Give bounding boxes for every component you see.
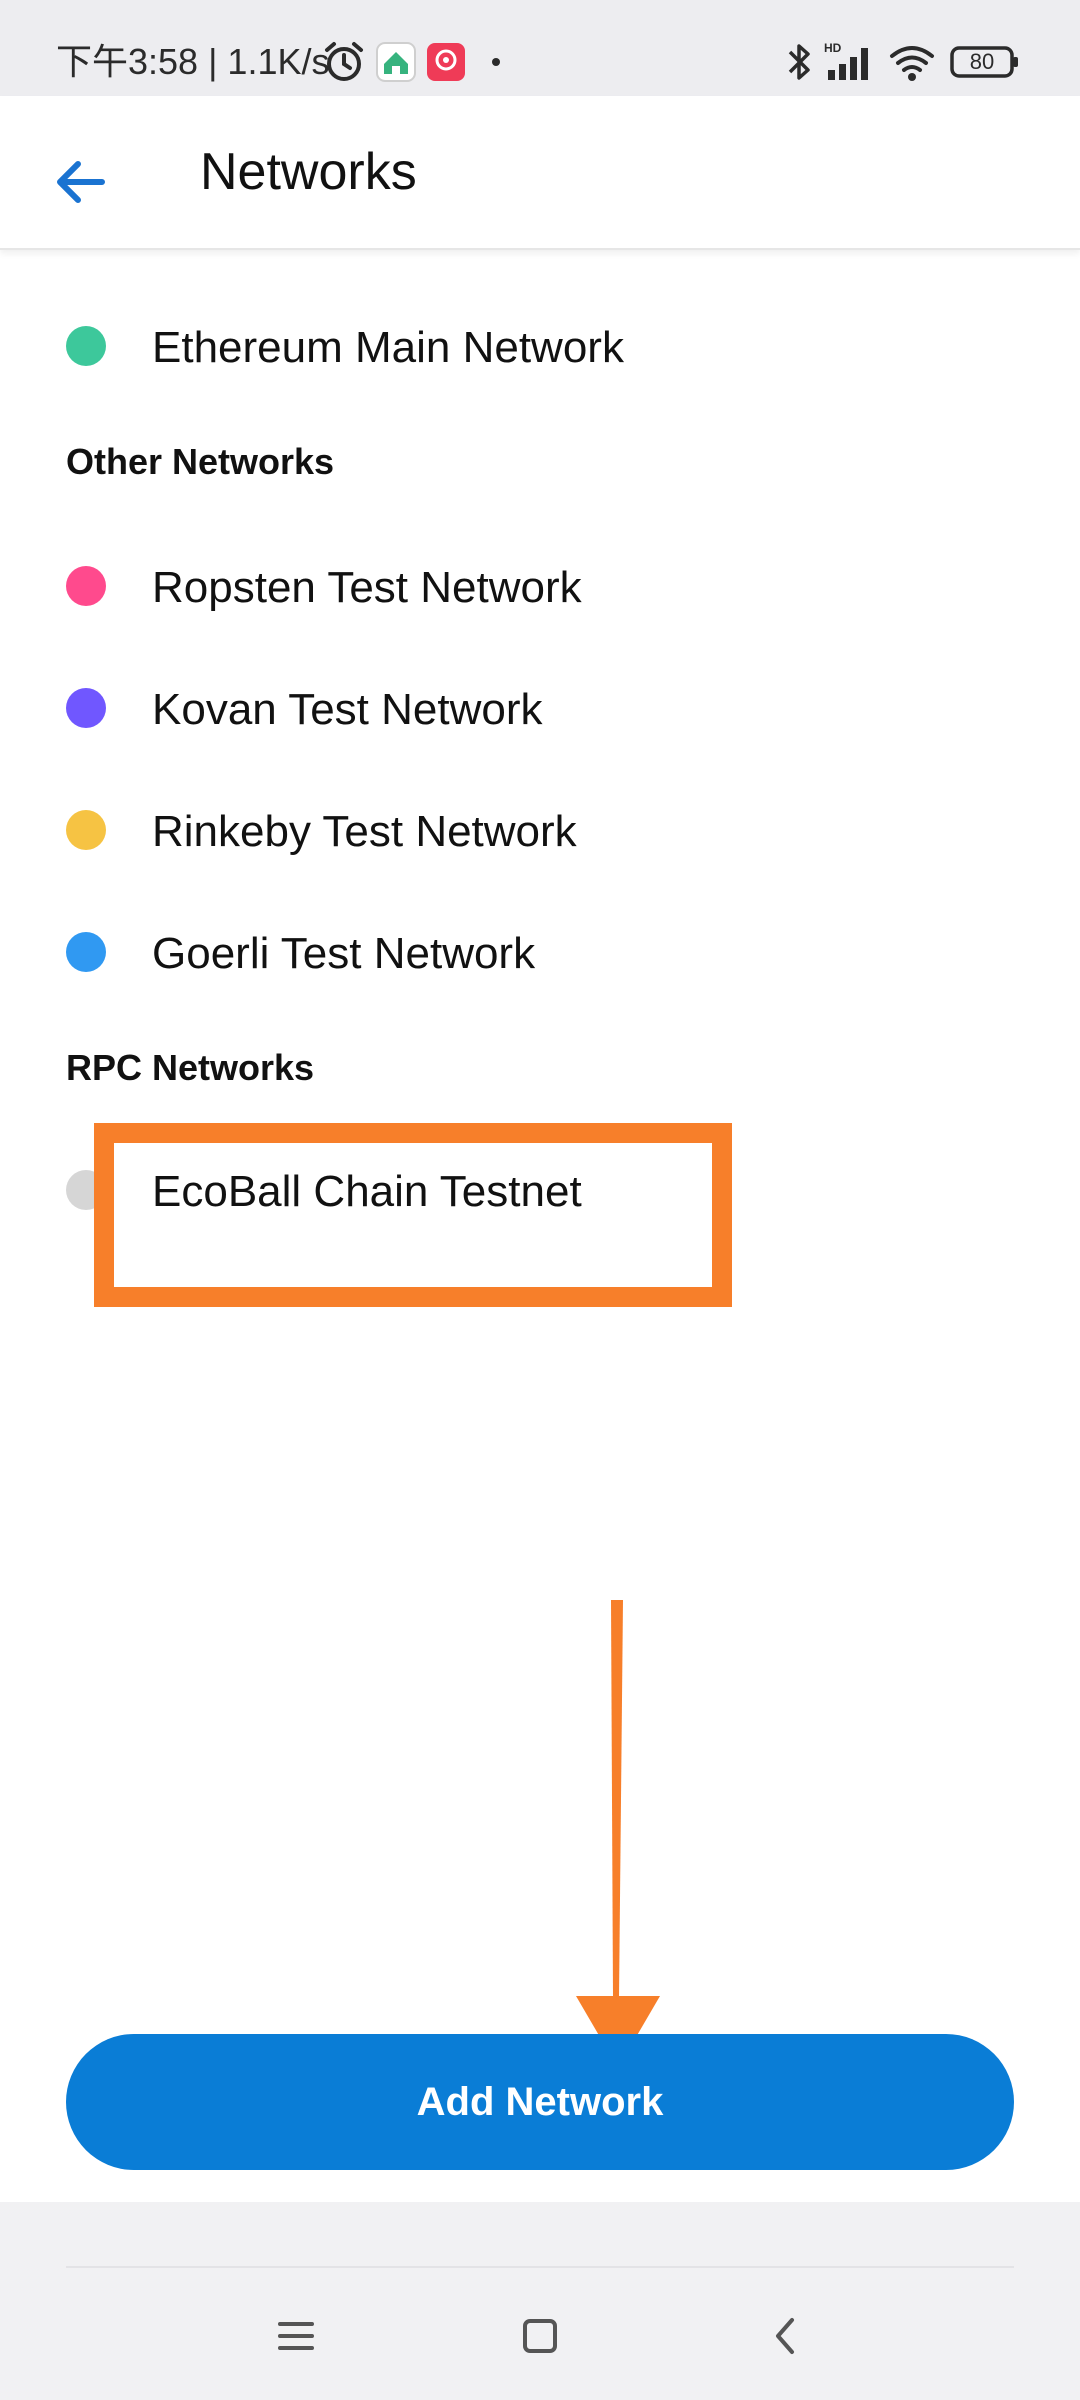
app-notification-icon (376, 42, 416, 82)
network-label: Kovan Test Network (152, 685, 543, 734)
highlight-annotation-box (94, 1123, 732, 1307)
menu-icon[interactable] (266, 2306, 326, 2366)
back-arrow-icon[interactable] (44, 142, 124, 222)
network-label: Rinkeby Test Network (152, 807, 577, 856)
page-title: Networks (200, 143, 417, 201)
network-item-kovan[interactable]: Kovan Test Network (0, 660, 1080, 756)
network-item-goerli[interactable]: Goerli Test Network (0, 904, 1080, 1000)
network-label: Ethereum Main Network (152, 323, 624, 372)
signal-icon: HD (824, 41, 868, 80)
section-heading-other-networks: Other Networks (66, 441, 335, 482)
divider (66, 2266, 1014, 2268)
section-heading-rpc-networks: RPC Networks (66, 1047, 315, 1088)
network-color-dot (66, 326, 106, 366)
home-square-icon[interactable] (510, 2306, 570, 2366)
network-item-ropsten[interactable]: Ropsten Test Network (0, 538, 1080, 634)
network-color-dot (66, 688, 106, 728)
svg-text:HD: HD (824, 41, 842, 55)
back-chevron-icon[interactable] (756, 2306, 816, 2366)
system-navigation-area (0, 2202, 1080, 2400)
battery-level: 80 (969, 49, 995, 74)
system-nav-bar (0, 2272, 1080, 2400)
network-color-dot (66, 566, 106, 606)
status-bar: 下午3:58 | 1.1K/s HD 80 (0, 0, 1080, 96)
bluetooth-icon (788, 44, 810, 80)
add-network-button[interactable]: Add Network (66, 2034, 1014, 2170)
battery-icon: 80 (950, 40, 1020, 84)
network-item-rinkeby[interactable]: Rinkeby Test Network (0, 782, 1080, 878)
network-color-dot (66, 810, 106, 850)
wifi-icon (890, 46, 934, 81)
dot-icon (492, 58, 500, 66)
network-color-dot (66, 932, 106, 972)
network-label: Ropsten Test Network (152, 563, 582, 612)
app-notification-icon-2 (427, 43, 465, 81)
annotation-arrow-icon (576, 1600, 660, 2068)
network-item-ethereum-main[interactable]: Ethereum Main Network (0, 298, 1080, 394)
alarm-icon (325, 42, 363, 81)
network-label: Goerli Test Network (152, 929, 536, 978)
status-time: 下午3:58 | 1.1K/s (56, 41, 330, 82)
app-header: Networks (0, 96, 1080, 250)
